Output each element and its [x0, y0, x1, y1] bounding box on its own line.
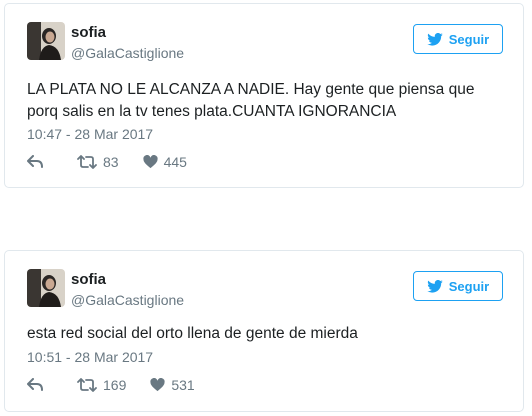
- avatar[interactable]: [27, 269, 65, 307]
- retweet-button[interactable]: 169: [77, 377, 126, 393]
- follow-button[interactable]: Seguir: [413, 271, 503, 301]
- tweet-card: sofia @GalaCastiglione Seguir esta red s…: [4, 250, 524, 412]
- avatar[interactable]: [27, 22, 65, 60]
- author-handle[interactable]: @GalaCastiglione: [71, 45, 184, 61]
- follow-button[interactable]: Seguir: [413, 24, 503, 54]
- retweet-count: 169: [103, 377, 127, 393]
- reply-icon: [27, 155, 43, 168]
- reply-icon: [27, 378, 43, 391]
- reply-button[interactable]: [27, 378, 49, 392]
- twitter-bird-icon: [426, 279, 443, 293]
- author-name[interactable]: sofia: [71, 271, 106, 288]
- retweet-count: 83: [103, 154, 119, 170]
- like-count: 445: [163, 154, 187, 170]
- retweet-icon: [77, 378, 97, 392]
- follow-label: Seguir: [448, 31, 490, 47]
- retweet-button[interactable]: 83: [77, 154, 119, 170]
- tweet-timestamp[interactable]: 10:47 - 28 Mar 2017: [27, 126, 153, 142]
- reply-button[interactable]: [27, 155, 49, 169]
- tweet-card: sofia @GalaCastiglione Seguir LA PLATA N…: [4, 3, 524, 188]
- heart-icon: [150, 378, 165, 392]
- tweet-actions: 169 531: [27, 377, 219, 393]
- tweet-text: esta red social del orto llena de gente …: [27, 325, 358, 342]
- author-handle[interactable]: @GalaCastiglione: [71, 292, 184, 308]
- tweet-text: LA PLATA NO LE ALCANZA A NADIE. Hay gent…: [27, 81, 475, 120]
- retweet-icon: [77, 155, 97, 169]
- like-button[interactable]: 445: [143, 154, 187, 170]
- follow-label: Seguir: [448, 278, 490, 294]
- tweet-timestamp[interactable]: 10:51 - 28 Mar 2017: [27, 349, 153, 365]
- tweet-actions: 83 445: [27, 154, 211, 170]
- author-name[interactable]: sofia: [71, 24, 106, 41]
- like-count: 531: [171, 377, 195, 393]
- like-button[interactable]: 531: [150, 377, 195, 393]
- heart-icon: [143, 155, 158, 169]
- twitter-bird-icon: [426, 32, 443, 46]
